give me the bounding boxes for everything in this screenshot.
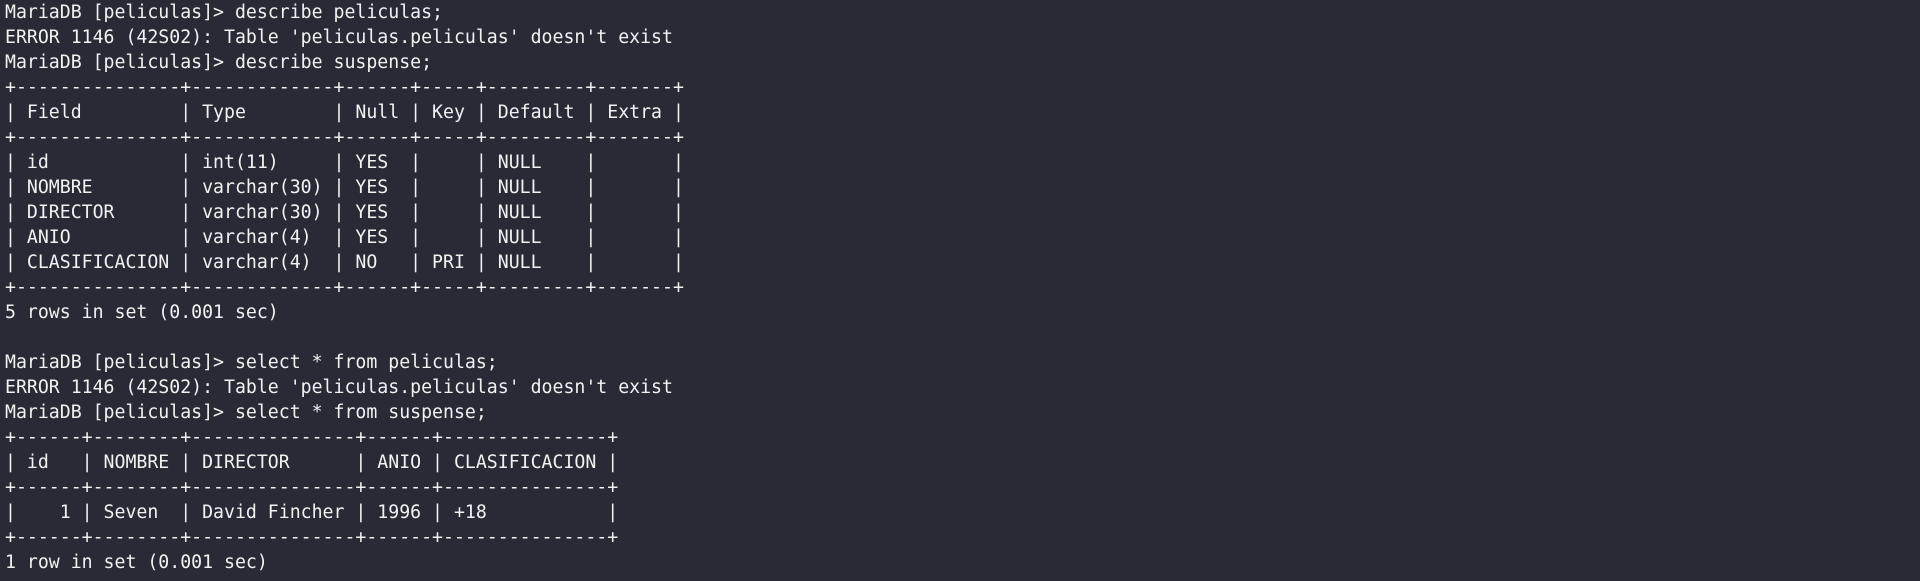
error-message: ERROR 1146 (42S02): Table 'peliculas.pel… [5,377,673,398]
table-border: +------+--------+---------------+------+… [5,527,619,548]
table-row: | NOMBRE | varchar(30) | YES | | NULL | … [5,177,684,198]
table-header-row: | id | NOMBRE | DIRECTOR | ANIO | CLASIF… [5,452,619,473]
table-row: | id | int(11) | YES | | NULL | | [5,152,684,173]
table-border: +---------------+-------------+------+--… [5,277,684,298]
terminal-output[interactable]: MariaDB [peliculas]> describe peliculas;… [0,0,1920,581]
error-message: ERROR 1146 (42S02): Table 'peliculas.pel… [5,27,673,48]
prompt-describe-suspense: MariaDB [peliculas]> describe suspense; [5,52,433,73]
table-border: +---------------+-------------+------+--… [5,127,684,148]
prompt-select-peliculas: MariaDB [peliculas]> select * from pelic… [5,352,498,373]
table-header-row: | Field | Type | Null | Key | Default | … [5,102,684,123]
table-row: | 1 | Seven | David Fincher | 1996 | +18… [5,502,619,523]
prompt-describe-peliculas: MariaDB [peliculas]> describe peliculas; [5,2,443,23]
prompt-select-suspense: MariaDB [peliculas]> select * from suspe… [5,402,487,423]
table-border: +---------------+-------------+------+--… [5,77,684,98]
table-border: +------+--------+---------------+------+… [5,427,619,448]
result-summary: 1 row in set (0.001 sec) [5,552,268,573]
table-border: +------+--------+---------------+------+… [5,477,619,498]
table-row: | CLASIFICACION | varchar(4) | NO | PRI … [5,252,684,273]
table-row: | ANIO | varchar(4) | YES | | NULL | | [5,227,684,248]
table-row: | DIRECTOR | varchar(30) | YES | | NULL … [5,202,684,223]
result-summary: 5 rows in set (0.001 sec) [5,302,279,323]
